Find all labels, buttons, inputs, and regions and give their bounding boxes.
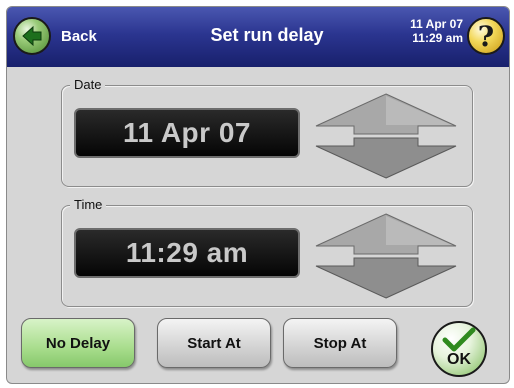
start-at-button[interactable]: Start At bbox=[157, 318, 271, 368]
header-datetime: 11 Apr 07 11:29 am bbox=[363, 17, 463, 45]
time-group: Time 11:29 am bbox=[61, 197, 473, 307]
ok-button[interactable]: OK bbox=[431, 321, 487, 377]
header-time: 11:29 am bbox=[412, 31, 463, 45]
time-display: 11:29 am bbox=[74, 228, 300, 278]
date-legend: Date bbox=[70, 77, 106, 92]
header-bar: Back Set run delay 11 Apr 07 11:29 am ? bbox=[7, 7, 509, 67]
ok-label: OK bbox=[447, 351, 471, 368]
arrow-down-icon[interactable] bbox=[315, 137, 457, 179]
time-legend: Time bbox=[70, 197, 107, 212]
help-button[interactable]: ? bbox=[467, 17, 505, 55]
checkmark-icon bbox=[442, 327, 476, 352]
back-button[interactable]: Back bbox=[13, 16, 123, 56]
header-date: 11 Apr 07 bbox=[410, 17, 463, 31]
no-delay-button[interactable]: No Delay bbox=[21, 318, 135, 368]
arrow-up-icon[interactable] bbox=[315, 213, 457, 255]
stop-at-button[interactable]: Stop At bbox=[283, 318, 397, 368]
date-arrows bbox=[315, 93, 457, 179]
screen: Back Set run delay 11 Apr 07 11:29 am ? … bbox=[6, 6, 510, 384]
arrow-up-icon[interactable] bbox=[315, 93, 457, 135]
back-label: Back bbox=[61, 27, 97, 45]
back-arrow-icon bbox=[13, 17, 51, 55]
page-title: Set run delay bbox=[210, 25, 324, 45]
date-group: Date 11 Apr 07 bbox=[61, 77, 473, 187]
arrow-down-icon[interactable] bbox=[315, 257, 457, 299]
help-icon: ? bbox=[477, 19, 495, 53]
date-display: 11 Apr 07 bbox=[74, 108, 300, 158]
time-arrows bbox=[315, 213, 457, 299]
